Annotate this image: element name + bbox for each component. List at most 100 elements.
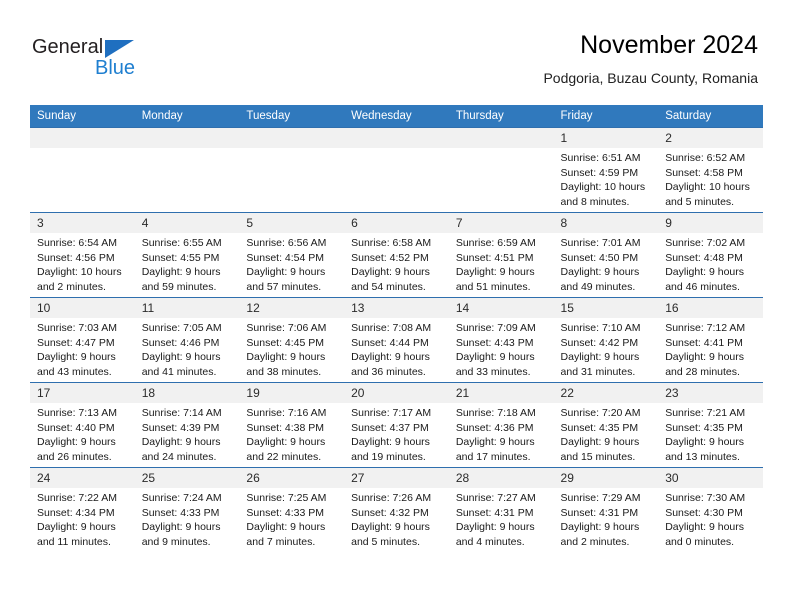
calendar-day-cell[interactable]: 16 Sunrise: 7:12 AM Sunset: 4:41 PM Dayligh…: [658, 297, 763, 383]
calendar-day-cell[interactable]: 24 Sunrise: 7:22 AM Sunset: 4:34 PM Dayligh…: [30, 467, 135, 552]
calendar-day-cell[interactable]: 28 Sunrise: 7:27 AM Sunset: 4:31 PM Dayligh…: [448, 467, 554, 552]
weekday-header-wednesday: Wednesday: [344, 105, 449, 128]
sunrise-text: Sunrise: 7:06 AM: [246, 322, 327, 334]
daylight-text-line1: Daylight: 9 hours: [455, 351, 535, 363]
sunset-text: Sunset: 4:46 PM: [141, 336, 220, 349]
weekday-header-tuesday: Tuesday: [239, 105, 345, 128]
day-sun-info: Sunrise: 7:06 AM Sunset: 4:45 PM Daylight:…: [239, 318, 344, 379]
calendar-day-cell[interactable]: 25 Sunrise: 7:24 AM Sunset: 4:33 PM Dayligh…: [134, 467, 240, 552]
calendar-day-cell[interactable]: 11 Sunrise: 7:05 AM Sunset: 4:46 PM Dayligh…: [134, 297, 240, 383]
day-number: 21: [448, 383, 554, 403]
sunset-text: Sunset: 4:50 PM: [560, 251, 639, 264]
calendar-day-cell[interactable]: 30 Sunrise: 7:30 AM Sunset: 4:30 PM Dayligh…: [658, 467, 763, 552]
sunset-text: Sunset: 4:32 PM: [351, 506, 429, 519]
sunset-text: Sunset: 4:39 PM: [141, 421, 220, 434]
calendar-day-cell[interactable]: 20 Sunrise: 7:17 AM Sunset: 4:37 PM Dayligh…: [344, 382, 449, 468]
logo-text-general: General: [32, 36, 104, 58]
calendar-day-cell[interactable]: 13 Sunrise: 7:08 AM Sunset: 4:44 PM Dayligh…: [344, 297, 449, 383]
sunset-text: Sunset: 4:48 PM: [665, 251, 743, 264]
day-sun-info: Sunrise: 6:58 AM Sunset: 4:52 PM Daylight:…: [344, 233, 449, 294]
calendar-day-cell[interactable]: 12 Sunrise: 7:06 AM Sunset: 4:45 PM Dayligh…: [239, 297, 345, 383]
sunrise-text: Sunrise: 6:54 AM: [37, 237, 117, 249]
daylight-text-line1: Daylight: 9 hours: [141, 266, 221, 278]
day-number: 20: [344, 383, 449, 403]
sunset-text: Sunset: 4:36 PM: [455, 421, 534, 434]
day-sun-info: Sunrise: 7:27 AM Sunset: 4:31 PM Daylight:…: [449, 488, 554, 549]
day-sun-info: Sunrise: 6:59 AM Sunset: 4:51 PM Daylight:…: [449, 233, 554, 294]
calendar-day-cell[interactable]: 9 Sunrise: 7:02 AM Sunset: 4:48 PM Daylight…: [658, 212, 763, 298]
calendar-day-cell[interactable]: 4 Sunrise: 6:55 AM Sunset: 4:55 PM Daylight…: [134, 212, 240, 298]
sunset-text: Sunset: 4:37 PM: [351, 421, 429, 434]
calendar-day-cell[interactable]: 29 Sunrise: 7:29 AM Sunset: 4:31 PM Dayligh…: [553, 467, 659, 552]
calendar-day-cell[interactable]: 19 Sunrise: 7:16 AM Sunset: 4:38 PM Dayligh…: [239, 382, 345, 468]
calendar-day-cell[interactable]: 17 Sunrise: 7:13 AM Sunset: 4:40 PM Dayligh…: [30, 382, 135, 468]
day-sun-info: Sunrise: 7:22 AM Sunset: 4:34 PM Daylight:…: [30, 488, 135, 549]
calendar-day-cell[interactable]: 1 Sunrise: 6:51 AM Sunset: 4:59 PM Daylight…: [553, 127, 659, 213]
calendar-day-cell-empty: [448, 127, 554, 213]
day-number: 13: [344, 298, 449, 318]
daylight-text-line2: and 13 minutes.: [665, 450, 740, 463]
calendar-week-row: 17 Sunrise: 7:13 AM Sunset: 4:40 PM Dayligh…: [30, 382, 763, 468]
calendar-page: General Blue November 2024 Podgoria, Buz…: [0, 0, 792, 612]
calendar-day-cell[interactable]: 23 Sunrise: 7:21 AM Sunset: 4:35 PM Dayligh…: [658, 382, 763, 468]
calendar-day-cell[interactable]: 18 Sunrise: 7:14 AM Sunset: 4:39 PM Dayligh…: [134, 382, 240, 468]
sunrise-text: Sunrise: 7:27 AM: [455, 492, 536, 504]
daylight-text-line1: Daylight: 9 hours: [351, 351, 430, 363]
sunrise-text: Sunrise: 7:26 AM: [351, 492, 432, 504]
day-number: 9: [658, 213, 763, 233]
daylight-text-line1: Daylight: 9 hours: [455, 266, 535, 278]
calendar-day-cell[interactable]: 14 Sunrise: 7:09 AM Sunset: 4:43 PM Dayligh…: [448, 297, 554, 383]
daylight-text-line2: and 26 minutes.: [37, 450, 112, 463]
calendar-day-cell[interactable]: 3 Sunrise: 6:54 AM Sunset: 4:56 PM Daylight…: [30, 212, 135, 298]
sunset-text: Sunset: 4:47 PM: [37, 336, 115, 349]
calendar-day-cell[interactable]: 5 Sunrise: 6:56 AM Sunset: 4:54 PM Daylight…: [239, 212, 345, 298]
calendar-day-cell-empty: [134, 127, 240, 213]
calendar-day-cell[interactable]: 10 Sunrise: 7:03 AM Sunset: 4:47 PM Dayligh…: [30, 297, 135, 383]
day-number: 12: [239, 298, 345, 318]
sunrise-text: Sunrise: 7:25 AM: [246, 492, 327, 504]
calendar-day-cell[interactable]: 26 Sunrise: 7:25 AM Sunset: 4:33 PM Dayligh…: [239, 467, 345, 552]
calendar-header-row: Sunday Monday Tuesday Wednesday Thursday…: [30, 105, 763, 128]
sunrise-text: Sunrise: 7:10 AM: [560, 322, 641, 334]
day-sun-info: Sunrise: 6:52 AM Sunset: 4:58 PM Daylight:…: [658, 148, 763, 209]
day-number: 8: [553, 213, 659, 233]
page-header: General Blue November 2024 Podgoria, Buz…: [0, 0, 792, 104]
daylight-text-line1: Daylight: 9 hours: [351, 266, 430, 278]
triangle-icon: [105, 40, 134, 58]
sunset-text: Sunset: 4:55 PM: [141, 251, 220, 264]
daylight-text-line2: and 49 minutes.: [560, 280, 636, 293]
daylight-text-line1: Daylight: 9 hours: [246, 266, 326, 278]
day-sun-info: Sunrise: 7:03 AM Sunset: 4:47 PM Daylight:…: [30, 318, 135, 379]
daylight-text-line2: and 59 minutes.: [141, 280, 217, 293]
calendar-day-cell[interactable]: 27 Sunrise: 7:26 AM Sunset: 4:32 PM Dayligh…: [344, 467, 449, 552]
daylight-text-line2: and 19 minutes.: [351, 450, 426, 463]
daylight-text-line1: Daylight: 9 hours: [560, 351, 640, 363]
calendar-day-cell[interactable]: 15 Sunrise: 7:10 AM Sunset: 4:42 PM Dayligh…: [553, 297, 659, 383]
day-sun-info: Sunrise: 7:02 AM Sunset: 4:48 PM Daylight:…: [658, 233, 763, 294]
day-sun-info: Sunrise: 6:51 AM Sunset: 4:59 PM Daylight:…: [554, 148, 659, 209]
day-sun-info: Sunrise: 7:14 AM Sunset: 4:39 PM Daylight:…: [135, 403, 240, 464]
calendar-day-cell[interactable]: 7 Sunrise: 6:59 AM Sunset: 4:51 PM Daylight…: [448, 212, 554, 298]
sunrise-text: Sunrise: 7:03 AM: [37, 322, 117, 334]
day-number: 28: [448, 468, 554, 488]
sunrise-text: Sunrise: 6:58 AM: [351, 237, 432, 249]
calendar-day-cell[interactable]: 6 Sunrise: 6:58 AM Sunset: 4:52 PM Daylight…: [344, 212, 449, 298]
weekday-header-saturday: Saturday: [658, 105, 763, 128]
sunset-text: Sunset: 4:58 PM: [665, 166, 743, 179]
daylight-text-line2: and 51 minutes.: [455, 280, 531, 293]
calendar-day-cell[interactable]: 8 Sunrise: 7:01 AM Sunset: 4:50 PM Daylight…: [553, 212, 659, 298]
daylight-text-line1: Daylight: 9 hours: [246, 521, 326, 533]
calendar-day-cell-empty: [344, 127, 449, 213]
calendar-day-cell[interactable]: 21 Sunrise: 7:18 AM Sunset: 4:36 PM Dayligh…: [448, 382, 554, 468]
day-sun-info: Sunrise: 7:24 AM Sunset: 4:33 PM Daylight:…: [135, 488, 240, 549]
daylight-text-line1: Daylight: 9 hours: [351, 521, 430, 533]
calendar-day-cell[interactable]: 22 Sunrise: 7:20 AM Sunset: 4:35 PM Dayligh…: [553, 382, 659, 468]
calendar-week-row: 1 Sunrise: 6:51 AM Sunset: 4:59 PM Daylight…: [30, 127, 763, 213]
calendar-day-cell[interactable]: 2 Sunrise: 6:52 AM Sunset: 4:58 PM Daylight…: [658, 127, 763, 213]
day-sun-info: Sunrise: 7:08 AM Sunset: 4:44 PM Daylight:…: [344, 318, 449, 379]
daylight-text-line1: Daylight: 9 hours: [560, 436, 640, 448]
day-number: [448, 128, 554, 148]
general-blue-logo[interactable]: General Blue: [32, 36, 162, 84]
day-sun-info: Sunrise: 7:30 AM Sunset: 4:30 PM Daylight:…: [658, 488, 763, 549]
daylight-text-line2: and 2 minutes.: [37, 280, 106, 293]
